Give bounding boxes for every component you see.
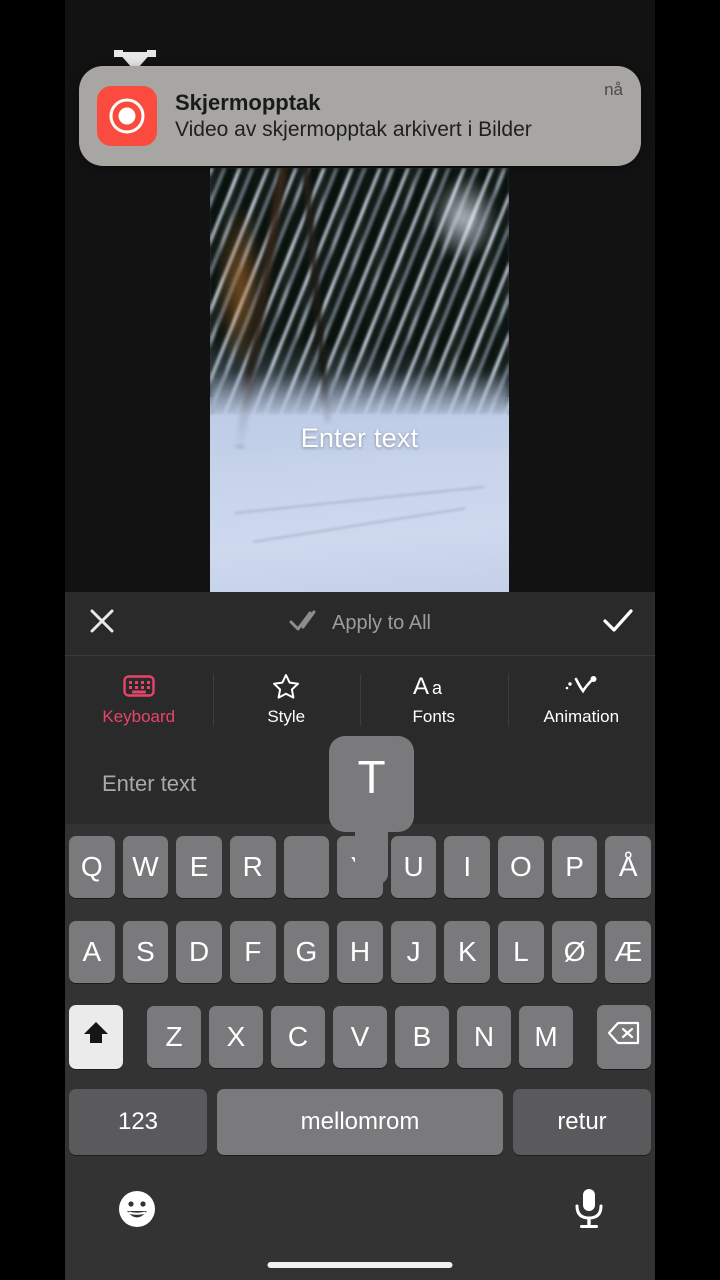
key-d[interactable]: D — [176, 920, 222, 983]
svg-text:A: A — [413, 673, 429, 699]
numbers-key[interactable]: 123 — [69, 1089, 207, 1155]
keyboard-icon — [123, 673, 155, 699]
key-w[interactable]: W — [122, 835, 169, 898]
text-input-bar[interactable]: Enter text — [65, 744, 655, 824]
key-y[interactable]: Y — [337, 835, 383, 898]
key-u[interactable]: U — [390, 835, 437, 898]
key-o[interactable]: O — [498, 835, 544, 898]
tab-keyboard-label: Keyboard — [102, 707, 176, 726]
screen-recording-icon — [97, 86, 157, 146]
video-frame[interactable]: Enter text — [210, 168, 509, 592]
key-e[interactable]: E — [176, 835, 222, 898]
key-b[interactable]: B — [395, 1005, 449, 1068]
key-aring[interactable]: Å — [605, 835, 652, 898]
key-j[interactable]: J — [390, 920, 437, 983]
notification-body: Skjermopptak Video av skjermopptak arkiv… — [157, 89, 604, 144]
backspace-key[interactable] — [597, 1004, 651, 1069]
shift-key[interactable] — [69, 1004, 123, 1069]
notification-title: Skjermopptak — [175, 89, 321, 115]
tab-animation[interactable]: Animation — [507, 656, 656, 744]
tab-keyboard[interactable]: Keyboard — [65, 656, 213, 744]
space-key[interactable]: mellomrom — [217, 1089, 503, 1155]
double-check-icon — [289, 609, 323, 638]
key-l[interactable]: L — [498, 920, 544, 983]
key-m[interactable]: M — [519, 1005, 573, 1068]
text-overlay[interactable]: Enter text — [210, 423, 509, 454]
key-n[interactable]: N — [457, 1005, 511, 1068]
tab-animation-label: Animation — [543, 707, 620, 726]
emoji-button[interactable] — [116, 1188, 158, 1235]
aa-text-icon: A a — [413, 673, 455, 699]
svg-text:a: a — [432, 678, 443, 698]
action-bar: Apply to All — [65, 592, 655, 656]
apply-to-all-label: Apply to All — [332, 612, 431, 634]
key-v[interactable]: V — [333, 1005, 387, 1068]
keyboard-row-4: 123 mellomrom retur — [65, 1079, 655, 1165]
phone-screen: Enter text Apply to All Keyboard Style A… — [0, 0, 720, 1280]
key-i[interactable]: I — [444, 835, 491, 898]
key-x[interactable]: X — [209, 1005, 263, 1068]
key-a[interactable]: A — [69, 920, 115, 983]
key-c[interactable]: C — [271, 1005, 325, 1068]
editor-tabs: Keyboard Style A a Fonts Animation — [65, 656, 655, 744]
key-s[interactable]: S — [122, 920, 169, 983]
apply-to-all-button[interactable]: Apply to All — [139, 609, 581, 638]
text-input-placeholder: Enter text — [102, 771, 197, 796]
microphone-icon — [571, 1189, 607, 1236]
key-t[interactable]: T — [283, 835, 330, 898]
video-still — [210, 168, 509, 592]
tab-style-label: Style — [267, 707, 306, 726]
close-button[interactable] — [65, 592, 139, 655]
shift-up-arrow-icon — [81, 1019, 111, 1054]
key-q[interactable]: Q — [69, 835, 115, 898]
tab-style[interactable]: Style — [212, 656, 361, 744]
return-key[interactable]: retur — [513, 1089, 651, 1155]
home-indicator[interactable] — [267, 1262, 453, 1268]
notification-banner[interactable]: Skjermopptak Video av skjermopptak arkiv… — [79, 66, 641, 166]
keyboard-row-3: Z X C V B N M — [65, 994, 655, 1079]
key-f[interactable]: F — [229, 920, 276, 983]
keyboard-row-1: Q W E R T Y U I O P Å — [65, 824, 655, 909]
animation-icon — [563, 673, 599, 699]
emoji-smiley-icon — [116, 1191, 158, 1234]
confirm-button[interactable] — [581, 592, 655, 655]
tab-fonts[interactable]: A a Fonts — [360, 656, 508, 744]
backspace-icon — [607, 1020, 641, 1053]
key-oslash[interactable]: Ø — [551, 920, 598, 983]
keyboard-row-2: A S D F G H J K L Ø Æ — [65, 909, 655, 994]
app-content: Enter text Apply to All Keyboard Style A… — [65, 0, 655, 1280]
notification-time: nå — [604, 80, 623, 99]
star-icon — [272, 673, 300, 699]
key-h[interactable]: H — [337, 920, 383, 983]
check-icon — [602, 608, 634, 639]
key-p[interactable]: P — [551, 835, 598, 898]
keyboard-bottom-bar — [65, 1170, 655, 1280]
key-k[interactable]: K — [444, 920, 491, 983]
key-r[interactable]: R — [229, 835, 276, 898]
microphone-button[interactable] — [571, 1186, 607, 1237]
notification-message: Video av skjermopptak arkivert i Bilder — [175, 118, 532, 142]
key-g[interactable]: G — [283, 920, 330, 983]
close-icon — [87, 606, 117, 641]
key-ae[interactable]: Æ — [605, 920, 652, 983]
key-z[interactable]: Z — [147, 1005, 201, 1068]
tab-fonts-label: Fonts — [412, 707, 456, 726]
